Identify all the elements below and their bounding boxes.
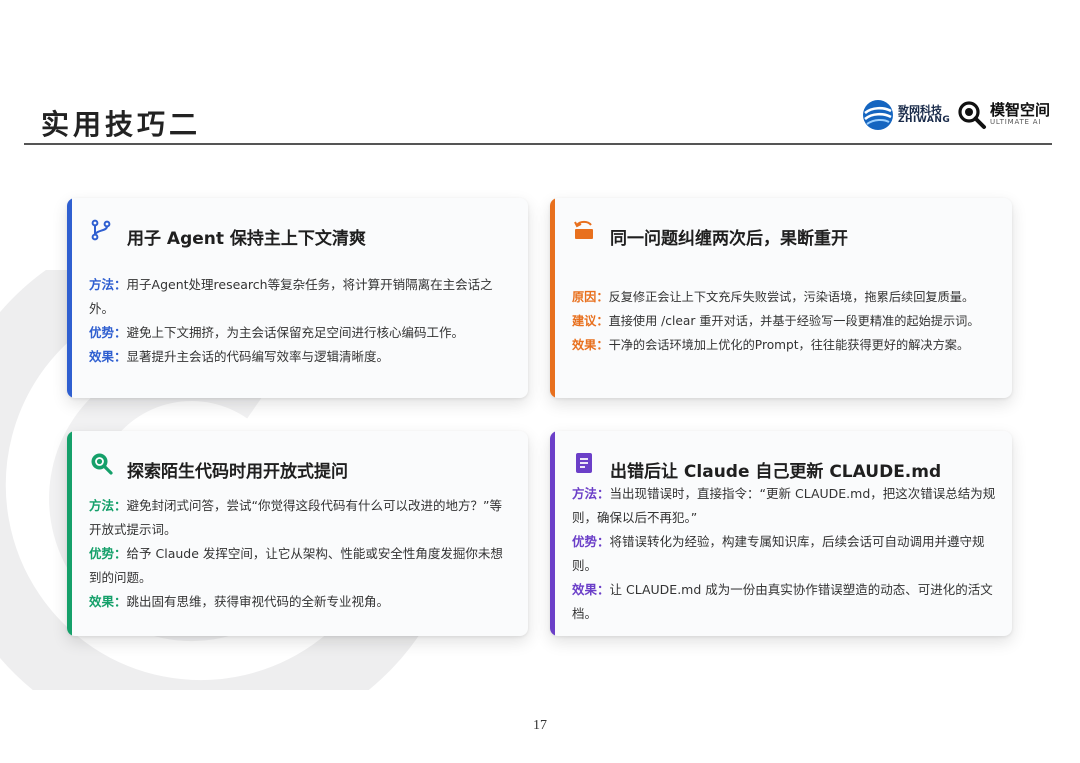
line-label: 方法：: [89, 498, 127, 513]
line-label: 建议：: [572, 314, 609, 328]
restart-icon: [574, 220, 593, 239]
line-label: 效果：: [89, 594, 127, 609]
line-text: 直接使用 /clear 重开对话，并基于经验写一段更精准的起始提示词。: [608, 314, 980, 328]
page-number: 17: [533, 718, 547, 733]
line-text: 避免封闭式问答，尝试“你觉得这段代码有什么可以改进的地方？”等开放式提示词。: [89, 498, 502, 537]
line-label: 优势：: [89, 546, 127, 561]
search-icon: [91, 453, 113, 475]
page-title: 实用技巧二: [41, 108, 202, 141]
line-text: 当出现错误时，直接指令：“更新 CLAUDE.md，把这次错误总结为规则，确保以…: [572, 486, 996, 525]
zhiwang-logo-en: ZHIWANG: [898, 115, 951, 126]
line-text: 显著提升主会话的代码编写效率与逻辑清晰度。: [126, 349, 390, 364]
line-label: 优势：: [89, 325, 127, 340]
line-label: 原因：: [572, 290, 609, 304]
card-line-effect: 效果：显著提升主会话的代码编写效率与逻辑清晰度。: [89, 345, 514, 369]
ultimate-ai-logo-en: ULTIMATE AI: [990, 118, 1042, 127]
card-line-suggestion: 建议：直接使用 /clear 重开对话，并基于经验写一段更精准的起始提示词。: [572, 309, 998, 333]
title-divider: [24, 143, 1052, 145]
card-accent-bar: [67, 431, 72, 636]
tip-card-subagent: 用子 Agent 保持主上下文清爽 方法：用子Agent处理research等复…: [67, 198, 528, 398]
card-line-method: 方法：用子Agent处理research等复杂任务，将计算开销隔离在主会话之外。: [89, 273, 514, 321]
line-label: 方法：: [89, 277, 127, 292]
card-body: 方法：用子Agent处理research等复杂任务，将计算开销隔离在主会话之外。…: [89, 273, 514, 369]
zhiwang-logo-icon: [863, 100, 893, 130]
ultimate-ai-logo-name: 模智空间: [990, 101, 1051, 120]
line-text: 将错误转化为经验，构建专属知识库，后续会话可自动调用并遵守规则。: [572, 534, 985, 573]
document-icon: [576, 453, 592, 473]
line-text: 反复修正会让上下文充斥失败尝试，污染语境，拖累后续回复质量。: [608, 290, 975, 304]
card-title: 探索陌生代码时用开放式提问: [127, 462, 348, 482]
magnifier-logo-icon: [958, 101, 986, 129]
line-text: 干净的会话环境加上优化的Prompt，往往能获得更好的解决方案。: [608, 338, 970, 352]
card-line-advantage: 优势：给予 Claude 发挥空间，让它从架构、性能或安全性角度发掘你未想到的问…: [89, 542, 514, 590]
line-text: 避免上下文拥挤，为主会话保留充足空间进行核心编码工作。: [126, 325, 465, 340]
line-label: 效果：: [89, 349, 127, 364]
card-line-effect: 效果：跳出固有思维，获得审视代码的全新专业视角。: [89, 590, 514, 614]
card-accent-bar: [67, 198, 72, 398]
zhiwang-logo: 致网科技 ZHIWANG: [862, 99, 950, 131]
card-body: 原因：反复修正会让上下文充斥失败尝试，污染语境，拖累后续回复质量。 建议：直接使…: [572, 285, 998, 357]
ultimate-ai-logo: 模智空间 ULTIMATE AI: [957, 100, 1050, 130]
tip-card-open-question: 探索陌生代码时用开放式提问 方法：避免封闭式问答，尝试“你觉得这段代码有什么可以…: [67, 431, 528, 636]
line-label: 效果：: [572, 582, 610, 597]
card-accent-bar: [550, 198, 555, 398]
card-line-reason: 原因：反复修正会让上下文充斥失败尝试，污染语境，拖累后续回复质量。: [572, 285, 998, 309]
card-line-method: 方法：当出现错误时，直接指令：“更新 CLAUDE.md，把这次错误总结为规则，…: [572, 482, 998, 530]
line-label: 效果：: [572, 338, 609, 352]
card-title: 同一问题纠缠两次后，果断重开: [610, 229, 848, 249]
line-label: 优势：: [572, 534, 610, 549]
git-branch-icon: [91, 219, 111, 241]
tip-card-update-claude-md: 出错后让 Claude 自己更新 CLAUDE.md 方法：当出现错误时，直接指…: [550, 431, 1012, 636]
card-body: 方法：当出现错误时，直接指令：“更新 CLAUDE.md，把这次错误总结为规则，…: [572, 482, 998, 626]
line-text: 用子Agent处理research等复杂任务，将计算开销隔离在主会话之外。: [89, 277, 493, 316]
card-title: 出错后让 Claude 自己更新 CLAUDE.md: [610, 462, 942, 482]
card-accent-bar: [550, 431, 555, 636]
card-body: 方法：避免封闭式问答，尝试“你觉得这段代码有什么可以改进的地方？”等开放式提示词…: [89, 494, 514, 614]
line-label: 方法：: [572, 486, 610, 501]
line-text: 给予 Claude 发挥空间，让它从架构、性能或安全性角度发掘你未想到的问题。: [89, 546, 503, 585]
card-line-method: 方法：避免封闭式问答，尝试“你觉得这段代码有什么可以改进的地方？”等开放式提示词…: [89, 494, 514, 542]
card-line-effect: 效果：干净的会话环境加上优化的Prompt，往往能获得更好的解决方案。: [572, 333, 998, 357]
card-title: 用子 Agent 保持主上下文清爽: [127, 229, 366, 249]
line-text: 让 CLAUDE.md 成为一份由真实协作错误塑造的动态、可进化的活文档。: [572, 582, 993, 621]
line-text: 跳出固有思维，获得审视代码的全新专业视角。: [126, 594, 390, 609]
card-line-advantage: 优势：将错误转化为经验，构建专属知识库，后续会话可自动调用并遵守规则。: [572, 530, 998, 578]
card-line-advantage: 优势：避免上下文拥挤，为主会话保留充足空间进行核心编码工作。: [89, 321, 514, 345]
tip-card-restart: 同一问题纠缠两次后，果断重开 原因：反复修正会让上下文充斥失败尝试，污染语境，拖…: [550, 198, 1012, 398]
card-line-effect: 效果：让 CLAUDE.md 成为一份由真实协作错误塑造的动态、可进化的活文档。: [572, 578, 998, 626]
